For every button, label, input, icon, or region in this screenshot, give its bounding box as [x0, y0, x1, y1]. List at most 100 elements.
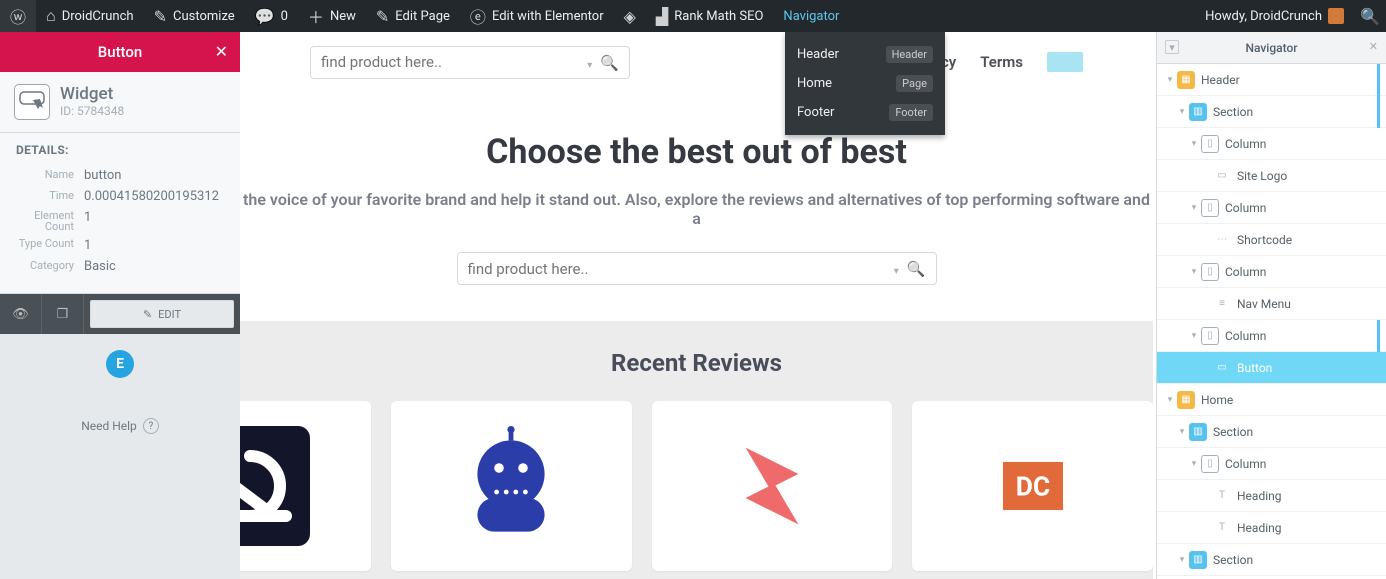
navigator-dropdown-item[interactable]: FooterFooter	[785, 98, 945, 127]
navigator-menu[interactable]: Navigator	[773, 0, 849, 32]
page-subheadline: the voice of your favorite brand and hel…	[240, 190, 1153, 228]
toggle-icon[interactable]: ▾	[1187, 139, 1201, 149]
tree-node-section[interactable]: ▾▥Section	[1157, 544, 1386, 576]
col-icon: ▯	[1201, 455, 1219, 473]
elementor-navigator-panel: ▾ Navigator ✕ ▾▦Header▾▥Section▾▯Column▭…	[1156, 32, 1386, 579]
toggle-icon[interactable]: ▾	[1187, 331, 1201, 341]
search-icon[interactable]	[907, 259, 926, 278]
rankmath[interactable]: ▟Rank Math SEO	[646, 0, 774, 32]
customize-link[interactable]: ✎Customize	[144, 0, 245, 32]
tree-node-label: Column	[1225, 329, 1266, 343]
details-heading: DETAILS:	[16, 143, 224, 157]
diamond-icon: ◈	[624, 7, 636, 26]
tree-node-label: Section	[1213, 425, 1253, 439]
copy-button[interactable]: ❐	[42, 294, 84, 334]
el-icon: ▭	[1213, 359, 1231, 377]
tree-node-section[interactable]: ▾▥Section	[1157, 416, 1386, 448]
pencil-icon: ✎	[143, 308, 152, 321]
search-icon[interactable]	[600, 53, 619, 72]
tree-node-column[interactable]: ▾▯Column	[1157, 256, 1386, 288]
active-indicator	[1377, 320, 1380, 352]
tree-node-column[interactable]: ▾▯Column	[1157, 320, 1386, 352]
comments-link[interactable]: 💬0	[245, 0, 298, 32]
tree-node-heading[interactable]: THeading	[1157, 512, 1386, 544]
hdr-icon: ▦	[1177, 391, 1195, 409]
toggle-icon[interactable]: ▾	[1187, 203, 1201, 213]
tree-node-column[interactable]: ▾▯ Column	[1157, 128, 1386, 160]
chevron-down-icon[interactable]	[587, 53, 592, 72]
toggle-icon[interactable]: ▾	[1163, 75, 1177, 85]
el-icon: ⋯	[1213, 231, 1231, 249]
hero-search-input[interactable]	[468, 260, 886, 278]
elementor-icon: ⓔ	[470, 4, 486, 28]
col-icon: ▯	[1201, 263, 1219, 281]
close-icon[interactable]: ✕	[1369, 40, 1378, 53]
chart-icon: ▟	[656, 7, 668, 26]
nav-terms[interactable]: Terms	[980, 53, 1023, 71]
navigator-panel-header: ▾ Navigator ✕	[1157, 32, 1386, 64]
toggle-icon[interactable]: ▾	[1175, 107, 1189, 117]
cursor-icon	[14, 84, 50, 120]
toggle-icon[interactable]: ▾	[1187, 267, 1201, 277]
tree-node-site-logo[interactable]: ▭Site Logo	[1157, 160, 1386, 192]
crocoblock[interactable]: ◈	[614, 0, 646, 32]
tree-node-column[interactable]: ▾▯Column	[1157, 192, 1386, 224]
navigator-panel-title: Navigator	[1245, 41, 1297, 55]
navigator-dropdown-item[interactable]: HomePage	[785, 69, 945, 98]
edit-elementor[interactable]: ⓔEdit with Elementor	[460, 0, 614, 32]
hero-search[interactable]	[457, 252, 937, 285]
review-card[interactable]	[240, 401, 371, 571]
site-name[interactable]: ⌂ DroidCrunch	[36, 0, 144, 32]
review-card[interactable]	[391, 401, 632, 571]
active-indicator	[1377, 64, 1380, 96]
toggle-icon[interactable]: ▾	[1175, 427, 1189, 437]
avatar	[1328, 8, 1344, 24]
col-icon: ▯	[1201, 135, 1219, 153]
tree-node-header[interactable]: ▾▦Header	[1157, 64, 1386, 96]
tree-node-label: Column	[1225, 137, 1266, 151]
col-icon: ▯	[1201, 199, 1219, 217]
toggle-icon[interactable]: ▾	[1163, 395, 1177, 405]
svg-text:DC: DC	[1015, 473, 1049, 503]
review-card[interactable]: DC	[912, 401, 1153, 571]
tree-node-nav-menu[interactable]: ≡ Nav Menu	[1157, 288, 1386, 320]
tree-node-label: Nav Menu	[1237, 297, 1291, 311]
review-card[interactable]	[652, 401, 893, 571]
toggle-icon[interactable]: ▾	[1175, 555, 1189, 565]
edit-button[interactable]: ✎EDIT	[90, 300, 234, 328]
sec-icon: ▥	[1189, 103, 1207, 121]
widget-name: Widget	[60, 84, 124, 104]
tree-node-column[interactable]: ▾▯ Column	[1157, 448, 1386, 480]
tree-node-heading[interactable]: THeading	[1157, 480, 1386, 512]
toggle-icon[interactable]: ▾	[1187, 459, 1201, 469]
tree-node-section[interactable]: ▾▥ Section	[1157, 96, 1386, 128]
chevron-down-icon[interactable]	[894, 259, 899, 278]
tree-node-label: Column	[1225, 457, 1266, 471]
preview-button[interactable]: 👁	[0, 294, 42, 334]
user-greeting[interactable]: Howdy, DroidCrunch	[1195, 0, 1354, 32]
page-preview: Privacy Terms Choose the best out of bes…	[240, 32, 1153, 579]
wp-logo[interactable]: ⓦ	[0, 0, 36, 32]
edit-page[interactable]: ✎Edit Page	[366, 0, 460, 32]
new-content[interactable]: ＋New	[298, 0, 366, 32]
tree-node-label: Header	[1201, 73, 1240, 87]
elementor-logo-icon[interactable]: E	[106, 350, 134, 378]
home-icon: ⌂	[46, 6, 56, 26]
el-icon: ≡	[1213, 295, 1231, 313]
search-icon: 🔍	[1360, 7, 1380, 26]
site-name-label: DroidCrunch	[62, 9, 134, 24]
tree-node-home[interactable]: ▾▦Home	[1157, 384, 1386, 416]
navigator-dropdown-item[interactable]: HeaderHeader	[785, 40, 945, 69]
dock-icon[interactable]: ▾	[1165, 40, 1179, 54]
close-icon[interactable]: ✕	[215, 42, 228, 61]
tree-node-button[interactable]: ▭Button	[1157, 352, 1386, 384]
tree-node-label: Site Logo	[1237, 169, 1287, 183]
wp-admin-bar: ⓦ ⌂ DroidCrunch ✎Customize 💬0 ＋New ✎Edit …	[0, 0, 1386, 32]
header-search[interactable]	[310, 46, 630, 79]
tree-node-label: Section	[1213, 105, 1253, 119]
tree-node-shortcode[interactable]: ⋯Shortcode	[1157, 224, 1386, 256]
need-help[interactable]: Need Help?	[16, 418, 224, 434]
adminbar-search[interactable]: 🔍	[1354, 0, 1386, 32]
nav-cta-button[interactable]	[1047, 52, 1083, 72]
search-input[interactable]	[321, 53, 579, 71]
